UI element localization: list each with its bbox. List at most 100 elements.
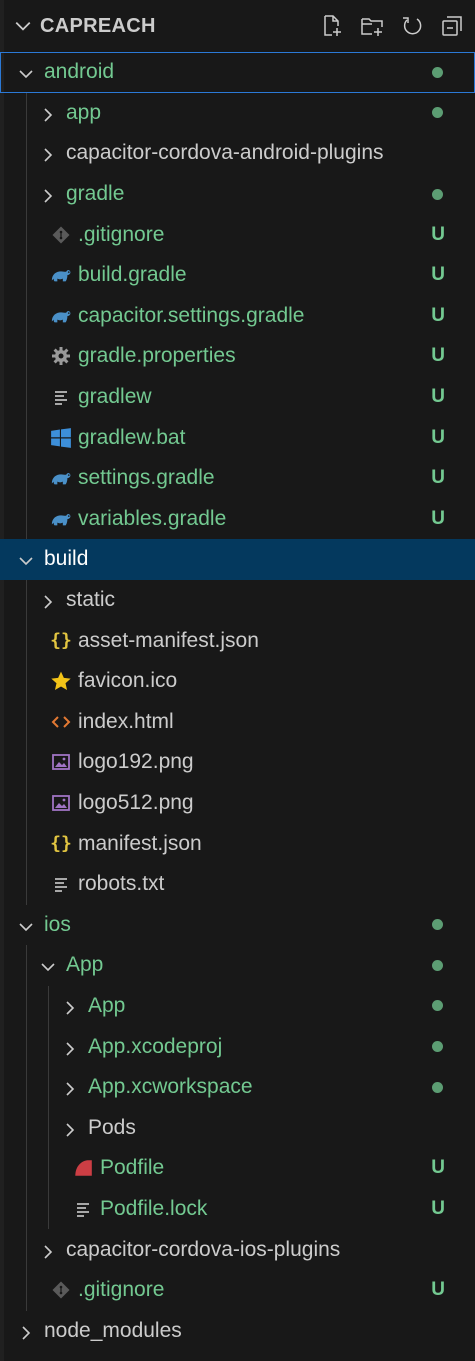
tree-item-label: Podfile.lock	[100, 1196, 208, 1220]
indent-guide	[26, 579, 27, 905]
text-file-icon	[72, 1198, 94, 1220]
tree-file-item[interactable]: logo512.png	[0, 783, 475, 824]
tree-folder-item[interactable]: capacitor-cordova-android-plugins	[0, 133, 475, 174]
refresh-icon[interactable]	[399, 13, 425, 39]
collapse-all-icon[interactable]	[439, 13, 465, 39]
tree-folder-item[interactable]: ios	[0, 904, 475, 945]
tree-item-label: capacitor.settings.gradle	[78, 303, 305, 327]
modified-dot-indicator	[432, 66, 443, 78]
tree-item-label: Podfile	[100, 1156, 165, 1180]
chevron-right-icon[interactable]	[40, 1242, 56, 1259]
tree-folder-item[interactable]: android	[0, 52, 475, 93]
windows-icon	[50, 427, 72, 449]
tree-folder-item[interactable]: static	[0, 580, 475, 621]
tree-item-label: App	[88, 993, 126, 1017]
file-explorer: CAPREACH android app capacitor-cordova-a…	[0, 0, 475, 1361]
chevron-right-icon[interactable]	[40, 145, 56, 163]
new-file-icon[interactable]	[319, 13, 345, 39]
new-folder-icon[interactable]	[359, 13, 385, 39]
untracked-badge: U	[431, 386, 445, 408]
explorer-header[interactable]: CAPREACH	[0, 0, 475, 52]
text-file-icon	[50, 873, 72, 895]
tree-file-item[interactable]: gradlew.bat U	[0, 417, 475, 458]
chevron-right-icon[interactable]	[40, 105, 56, 122]
tree-item-label: App	[66, 953, 104, 977]
tree-file-item[interactable]: index.html	[0, 702, 475, 743]
indent-guide	[26, 945, 27, 1311]
gear-icon	[50, 345, 72, 367]
untracked-badge: U	[431, 304, 445, 326]
untracked-badge: U	[431, 1279, 445, 1301]
git-icon	[50, 224, 72, 246]
json-icon: {}	[50, 833, 72, 855]
tree-item-label: app	[66, 100, 102, 124]
chevron-right-icon[interactable]	[62, 1120, 78, 1137]
untracked-badge: U	[431, 264, 445, 286]
tree-file-item[interactable]: gradlew U	[0, 377, 475, 418]
chevron-right-icon[interactable]	[62, 1079, 78, 1096]
chevron-right-icon[interactable]	[18, 1323, 34, 1340]
tree-file-item[interactable]: Podfile.lock U	[0, 1189, 475, 1230]
modified-dot-indicator	[432, 1081, 443, 1093]
tree-folder-item[interactable]: capacitor-cordova-ios-plugins	[0, 1229, 475, 1270]
tree-folder-item[interactable]: app	[0, 93, 475, 134]
tree-folder-item[interactable]: gradle	[0, 174, 475, 215]
tree-item-label: node_modules	[44, 1318, 182, 1342]
ruby-icon	[72, 1157, 94, 1179]
tree-item-label: static	[66, 588, 116, 612]
tree-file-item[interactable]: capacitor.settings.gradle U	[0, 296, 475, 337]
tree-file-item[interactable]: settings.gradle U	[0, 458, 475, 499]
untracked-badge: U	[431, 507, 445, 529]
tree-item-label: variables.gradle	[78, 506, 227, 530]
tree-item-label: App.xcworkspace	[88, 1075, 253, 1099]
chevron-right-icon[interactable]	[40, 186, 56, 203]
modified-dot-indicator	[432, 1041, 443, 1053]
tree-folder-item[interactable]: App.xcodeproj	[0, 1026, 475, 1067]
indent-guide	[48, 985, 49, 1230]
tree-item-label: asset-manifest.json	[78, 628, 259, 652]
tree-file-item[interactable]: gradle.properties U	[0, 336, 475, 377]
tree-folder-item[interactable]: App.xcworkspace	[0, 1067, 475, 1108]
chevron-down-icon[interactable]	[18, 551, 34, 567]
tree-file-item[interactable]: .gitignore U	[0, 1270, 475, 1311]
tree-file-item[interactable]: .gitignore U	[0, 214, 475, 255]
tree-item-label: ios	[44, 912, 71, 936]
tree-folder-item[interactable]: App	[0, 945, 475, 986]
json-icon: {}	[50, 630, 72, 652]
gradle-icon	[50, 467, 72, 489]
image-icon	[50, 792, 72, 814]
tree-item-label: capacitor-cordova-ios-plugins	[66, 1237, 341, 1261]
git-icon	[50, 1279, 72, 1301]
tree-item-label: manifest.json	[78, 831, 202, 855]
tree-folder-item[interactable]: node_modules	[0, 1310, 475, 1351]
text-file-icon	[50, 386, 72, 408]
chevron-down-icon[interactable]	[40, 957, 56, 973]
tree-file-item[interactable]: variables.gradle U	[0, 499, 475, 540]
untracked-badge: U	[431, 426, 445, 448]
tree-item-label: index.html	[78, 709, 174, 733]
explorer-actions	[319, 13, 465, 39]
tree-file-item[interactable]: robots.txt	[0, 864, 475, 905]
chevron-down-icon[interactable]	[18, 64, 34, 80]
chevron-right-icon[interactable]	[40, 592, 56, 609]
tree-file-item[interactable]: logo192.png	[0, 742, 475, 783]
tree-file-item[interactable]: Podfile U	[0, 1148, 475, 1189]
tree-folder-item[interactable]: App	[0, 986, 475, 1027]
tree-file-item[interactable]: {} manifest.json	[0, 823, 475, 864]
chevron-down-icon[interactable]	[14, 17, 32, 35]
tree-folder-item[interactable]: build	[0, 539, 475, 580]
tree-folder-item[interactable]: Pods	[0, 1107, 475, 1148]
tree-item-label: gradle.properties	[78, 344, 236, 368]
chevron-right-icon[interactable]	[62, 998, 78, 1015]
tree-file-item[interactable]: {} asset-manifest.json	[0, 620, 475, 661]
chevron-down-icon[interactable]	[18, 917, 34, 933]
tree-file-item[interactable]: build.gradle U	[0, 255, 475, 296]
explorer-title: CAPREACH	[40, 14, 156, 37]
star-icon	[50, 670, 72, 692]
gradle-icon	[50, 264, 72, 286]
gradle-icon	[50, 508, 72, 530]
tree-item-label: logo512.png	[78, 790, 194, 814]
tree-file-item[interactable]: favicon.ico	[0, 661, 475, 702]
tree-item-label: capacitor-cordova-android-plugins	[66, 141, 384, 165]
chevron-right-icon[interactable]	[62, 1039, 78, 1056]
